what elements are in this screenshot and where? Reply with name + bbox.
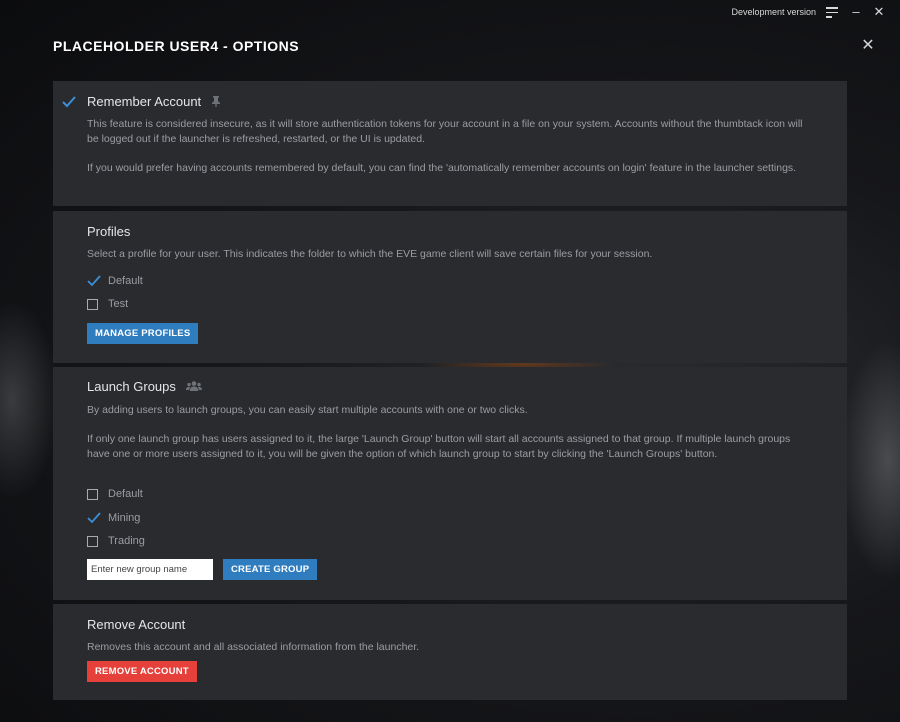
page-title: PLACEHOLDER USER4 - OPTIONS: [53, 38, 300, 54]
development-version-label: Development version: [731, 7, 816, 17]
remove-account-description: Removes this account and all associated …: [87, 641, 420, 653]
launch-groups-label: Launch Groups: [87, 379, 176, 394]
checkmark-icon: [87, 275, 101, 287]
launch-group-option-default[interactable]: Default: [87, 486, 143, 502]
launch-groups-heading: Launch Groups: [87, 379, 202, 394]
launch-group-option-label: Default: [108, 488, 143, 500]
checkbox: [87, 298, 98, 310]
remove-account-panel: Remove Account Removes this account and …: [53, 604, 847, 700]
close-icon[interactable]: ✕: [860, 38, 876, 54]
launch-group-option-label: Trading: [108, 535, 145, 547]
launch-groups-description: By adding users to launch groups, you ca…: [87, 404, 528, 416]
remove-account-heading: Remove Account: [87, 617, 186, 632]
new-group-name-input[interactable]: [87, 559, 213, 580]
create-group-button[interactable]: CREATE GROUP: [223, 559, 318, 580]
profiles-description: Select a profile for your user. This ind…: [87, 248, 653, 260]
remember-account-panel: Remember Account This feature is conside…: [53, 81, 847, 206]
launch-group-option-mining[interactable]: Mining: [87, 510, 140, 526]
launch-groups-panel: Launch Groups By adding users to launch …: [53, 367, 847, 600]
checkbox: [87, 535, 98, 547]
remember-account-note: If you would prefer having accounts reme…: [87, 162, 797, 174]
launch-groups-note: If only one launch group has users assig…: [87, 433, 791, 460]
remember-account-heading: Remember Account: [87, 94, 221, 109]
checkbox: [87, 488, 98, 500]
profiles-heading: Profiles: [87, 224, 131, 239]
background-rock-left: [0, 300, 60, 500]
remember-account-checkmark-icon[interactable]: [61, 94, 77, 110]
launch-group-option-label: Mining: [108, 512, 141, 524]
launch-group-option-trading[interactable]: Trading: [87, 533, 145, 549]
remember-account-description: This feature is considered insecure, as …: [87, 118, 803, 145]
window-titlebar: Development version – ✕: [0, 0, 900, 24]
profile-option-test[interactable]: Test: [87, 296, 128, 312]
remember-account-label: Remember Account: [87, 94, 202, 109]
minimize-icon[interactable]: –: [848, 4, 864, 20]
profile-option-label: Test: [108, 298, 129, 310]
users-icon: [185, 381, 202, 391]
profile-option-default[interactable]: Default: [87, 273, 143, 289]
window-close-icon[interactable]: ✕: [871, 4, 887, 20]
checkmark-icon: [87, 512, 101, 524]
background-rock-right: [840, 340, 900, 580]
manage-profiles-button[interactable]: MANAGE PROFILES: [87, 323, 199, 344]
menu-icon[interactable]: [824, 4, 840, 20]
pin-icon: [211, 96, 220, 107]
profiles-panel: Profiles Select a profile for your user.…: [53, 211, 847, 363]
remove-account-button[interactable]: REMOVE ACCOUNT: [87, 661, 197, 682]
profile-option-label: Default: [108, 275, 143, 287]
